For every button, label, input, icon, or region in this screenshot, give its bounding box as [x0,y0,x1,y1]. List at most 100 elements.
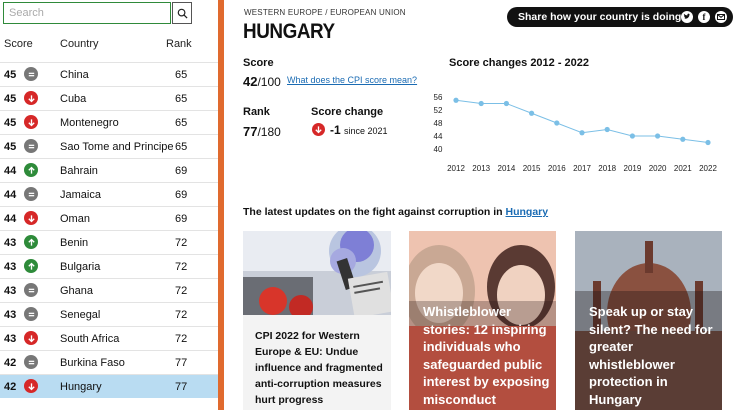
score-history-chart: 40 44 48 52 56 2012 2013 2014 2015 2016 2017 2018 20… [434,93,718,173]
row-score: 45 [4,117,17,129]
x-tick-label: 2016 [548,164,566,173]
row-score: 44 [4,189,17,201]
share-bar: Share how your country is doing f [507,7,733,27]
row-score: 45 [4,93,17,105]
country-column-header[interactable]: Country [60,38,99,50]
y-tick-label: 52 [434,106,443,115]
score-column-header[interactable]: Score [4,38,33,50]
news-card-2[interactable]: Whistleblower stories: 12 inspiring indi… [409,231,556,410]
table-row[interactable]: 44 Bahrain 69 [0,158,218,182]
table-row[interactable]: 42 Burkina Faso 77 [0,350,218,374]
equal-icon [24,355,38,369]
row-rank: 72 [175,333,188,345]
x-tick-label: 2013 [472,164,490,173]
search-button[interactable] [172,2,192,24]
score-change-since: since 2021 [344,126,388,136]
row-country: Montenegro [60,117,119,129]
rank-label: Rank [243,106,270,118]
table-row[interactable]: 44 Oman 69 [0,206,218,230]
data-point [705,139,711,146]
row-rank: 72 [175,237,188,249]
country-sidebar: Score Country Rank 45 China 65 45 Cuba 65 45 Mo… [0,0,218,410]
row-country: Oman [60,213,90,225]
x-tick-label: 2012 [447,164,465,173]
equal-icon [24,139,38,153]
arrow-down-icon [312,123,325,136]
row-score: 43 [4,333,17,345]
data-point [655,133,661,139]
row-country: Ghana [60,285,94,297]
score-label: Score [243,57,274,69]
row-country: China [60,69,89,81]
card-1-image [243,231,391,319]
row-country: Bahrain [60,165,98,177]
data-point [629,133,635,139]
x-tick-label: 2017 [573,164,591,173]
arrow-up-icon [24,163,38,177]
card-3-title[interactable]: Speak up or stay silent? The need for gr… [589,303,717,408]
row-rank: 69 [175,213,188,225]
row-country: Cuba [60,93,87,105]
country-list: 45 China 65 45 Cuba 65 45 Montenegro 65 45 Sao Tom… [0,62,218,398]
arrow-up-icon [24,235,38,249]
data-point [604,126,610,133]
row-country: Hungary [60,381,102,393]
equal-icon [24,283,38,297]
row-score: 45 [4,69,17,81]
news-card-3[interactable]: Speak up or stay silent? The need for gr… [575,231,722,410]
table-row[interactable]: 44 Jamaica 69 [0,182,218,206]
table-row[interactable]: 43 Ghana 72 [0,278,218,302]
x-tick-label: 2021 [674,164,692,173]
row-score: 43 [4,237,17,249]
score-number: 42 [243,74,258,89]
search-box [3,2,192,24]
updates-country-link[interactable]: Hungary [506,206,549,218]
data-point [579,130,585,136]
table-row[interactable]: 43 Bulgaria 72 [0,254,218,278]
row-score: 42 [4,357,17,369]
share-label: Share how your country is doing [518,11,682,23]
x-tick-label: 2018 [598,164,616,173]
y-tick-label: 56 [434,93,443,102]
row-country: Senegal [60,309,101,321]
table-row[interactable]: 43 South Africa 72 [0,326,218,350]
row-country: Burkina Faso [60,357,125,369]
card-1-title[interactable]: CPI 2022 for Western Europe & EU: Undue … [255,328,385,408]
rank-column-header[interactable]: Rank [166,38,192,50]
x-tick-label: 2020 [649,164,667,173]
score-value: 42/100 [243,74,281,89]
rank-max: /180 [257,125,281,139]
table-row[interactable]: 45 Montenegro 65 [0,110,218,134]
search-icon [177,8,188,19]
row-score: 43 [4,285,17,297]
row-country: South Africa [60,333,120,345]
email-icon[interactable] [715,11,727,23]
table-row[interactable]: 45 Sao Tome and Principe 65 [0,134,218,158]
rank-number: 77 [243,124,258,139]
x-tick-label: 2019 [624,164,642,173]
table-row[interactable]: 42 Hungary 77 [0,374,218,398]
score-change-label: Score change [311,106,384,118]
news-card-1[interactable]: CPI 2022 for Western Europe & EU: Undue … [243,231,391,410]
data-point [680,136,686,142]
row-rank: 65 [175,117,188,129]
updates-prefix: The latest updates on the fight against … [243,206,503,218]
score-max: /100 [257,75,281,89]
breadcrumb[interactable]: WESTERN EUROPE / EUROPEAN UNION [244,8,406,17]
twitter-icon[interactable] [681,11,693,23]
table-row[interactable]: 43 Senegal 72 [0,302,218,326]
card-2-title[interactable]: Whistleblower stories: 12 inspiring indi… [423,303,551,408]
table-row[interactable]: 43 Benin 72 [0,230,218,254]
row-score: 43 [4,261,17,273]
arrow-down-icon [24,91,38,105]
table-row[interactable]: 45 Cuba 65 [0,86,218,110]
data-point [503,100,509,107]
row-rank: 69 [175,189,188,201]
table-row[interactable]: 45 China 65 [0,62,218,86]
facebook-icon[interactable]: f [698,11,710,23]
data-point [529,110,535,116]
cpi-explainer-link[interactable]: What does the CPI score mean? [287,75,417,85]
row-score: 44 [4,213,17,225]
equal-icon [24,187,38,201]
search-input[interactable] [3,2,171,24]
